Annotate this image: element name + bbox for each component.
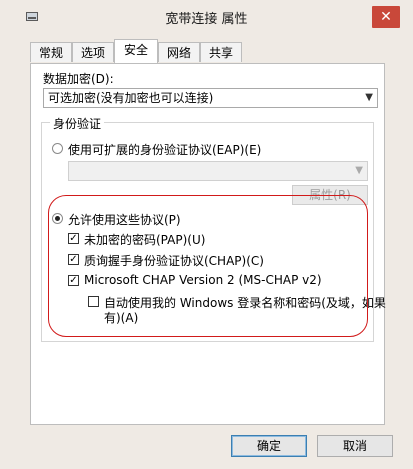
tab-options[interactable]: 选项 [72, 42, 114, 62]
close-button[interactable]: ✕ [372, 6, 400, 28]
highlight-ring [48, 195, 368, 337]
tab-general[interactable]: 常规 [30, 42, 72, 62]
window-title: 宽带连接 属性 [165, 12, 248, 27]
title-bar: 宽带连接 属性 ✕ [0, 0, 413, 32]
eap-radio-label: 使用可扩展的身份验证协议(EAP)(E) [68, 143, 262, 157]
tab-sharing[interactable]: 共享 [200, 42, 242, 62]
eap-radio[interactable] [52, 143, 63, 154]
authentication-group-title: 身份验证 [50, 115, 105, 132]
eap-select[interactable]: ▼ [68, 161, 368, 181]
encryption-select-value: 可选加密(没有加密也可以连接) [48, 91, 214, 105]
cancel-button[interactable]: 取消 [317, 435, 393, 457]
chevron-down-icon: ▼ [365, 92, 373, 103]
chevron-down-icon: ▼ [355, 165, 363, 176]
ok-button[interactable]: 确定 [231, 435, 307, 457]
encryption-select[interactable]: 可选加密(没有加密也可以连接) ▼ [43, 88, 378, 108]
tab-security[interactable]: 安全 [114, 39, 158, 63]
encryption-label: 数据加密(D): [43, 72, 114, 86]
tab-networking[interactable]: 网络 [158, 42, 200, 62]
properties-dialog: 宽带连接 属性 ✕ 常规 选项 安全 网络 共享 数据加密(D): 可选加密(没… [0, 0, 413, 469]
